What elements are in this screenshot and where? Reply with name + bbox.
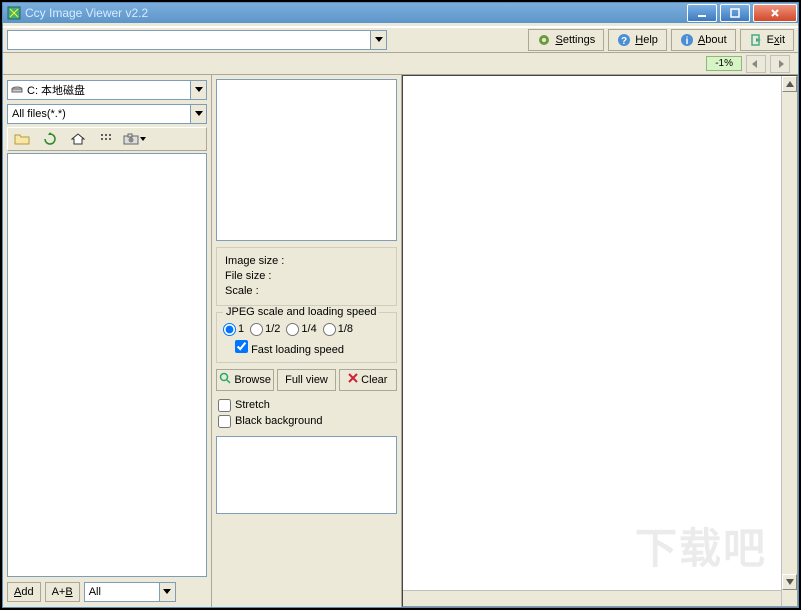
x-icon bbox=[348, 373, 358, 386]
home-icon[interactable] bbox=[64, 128, 92, 150]
svg-text:i: i bbox=[686, 36, 689, 47]
info-icon: i bbox=[680, 33, 694, 47]
scale-half-radio[interactable]: 1/2 bbox=[250, 323, 280, 336]
clear-button[interactable]: Clear bbox=[339, 369, 397, 391]
action-buttons: Browse Full view Clear bbox=[216, 369, 397, 391]
prev-button[interactable] bbox=[746, 55, 766, 73]
close-button[interactable] bbox=[753, 4, 797, 22]
main-toolbar: Settings ? Help i About Exit bbox=[3, 27, 798, 53]
scroll-up-button[interactable] bbox=[782, 76, 797, 92]
help-icon: ? bbox=[617, 33, 631, 47]
view-options: Stretch Black background bbox=[216, 397, 397, 430]
zoom-toolbar: -1% bbox=[3, 53, 798, 75]
a-plus-b-button[interactable]: A+B bbox=[45, 582, 80, 602]
drive-icon bbox=[10, 83, 24, 97]
chevron-down-icon[interactable] bbox=[159, 583, 175, 601]
add-button[interactable]: Add bbox=[7, 582, 41, 602]
filter-label: All files(*.*) bbox=[12, 108, 66, 120]
folder-open-icon[interactable] bbox=[8, 128, 36, 150]
main-window: Ccy Image Viewer v2.2 Settings ? Help i … bbox=[2, 2, 799, 608]
gear-icon bbox=[537, 33, 551, 47]
search-icon bbox=[219, 372, 231, 387]
next-button[interactable] bbox=[770, 55, 790, 73]
settings-button[interactable]: Settings bbox=[528, 29, 604, 51]
scale-label: Scale : bbox=[225, 284, 388, 299]
file-list[interactable] bbox=[7, 153, 207, 577]
horizontal-scrollbar[interactable] bbox=[403, 590, 781, 606]
settings-label: ettings bbox=[563, 34, 595, 46]
content-area: C: 本地磁盘 All files(*.*) Add A+B bbox=[3, 75, 798, 607]
info-panel: Image size : File size : Scale : bbox=[216, 247, 397, 306]
exit-button[interactable]: Exit bbox=[740, 29, 794, 51]
file-filter-select[interactable]: All files(*.*) bbox=[7, 104, 207, 124]
left-pane: C: 本地磁盘 All files(*.*) Add A+B bbox=[3, 75, 212, 607]
window-controls bbox=[685, 3, 798, 23]
chevron-down-icon[interactable] bbox=[190, 81, 206, 99]
jpeg-scale-group: JPEG scale and loading speed 1 1/2 1/4 1… bbox=[216, 312, 397, 363]
image-size-label: Image size : bbox=[225, 254, 388, 269]
file-icon-toolbar bbox=[7, 127, 207, 151]
refresh-icon[interactable] bbox=[36, 128, 64, 150]
about-button[interactable]: i About bbox=[671, 29, 736, 51]
zoom-value: -1% bbox=[706, 56, 742, 71]
browse-button[interactable]: Browse bbox=[216, 369, 274, 391]
black-bg-checkbox[interactable]: Black background bbox=[218, 415, 395, 428]
scroll-down-button[interactable] bbox=[782, 574, 797, 590]
camera-icon[interactable] bbox=[120, 128, 148, 150]
stretch-checkbox[interactable]: Stretch bbox=[218, 399, 395, 412]
scale-eighth-radio[interactable]: 1/8 bbox=[323, 323, 353, 336]
image-viewport[interactable]: 下载吧 bbox=[402, 75, 798, 607]
exit-icon bbox=[749, 33, 763, 47]
maximize-button[interactable] bbox=[720, 4, 750, 22]
watermark: 下载吧 bbox=[635, 515, 767, 576]
fast-loading-checkbox[interactable]: Fast loading speed bbox=[235, 340, 344, 356]
window-title: Ccy Image Viewer v2.2 bbox=[25, 6, 685, 20]
fullview-button[interactable]: Full view bbox=[277, 369, 335, 391]
scale-quarter-radio[interactable]: 1/4 bbox=[286, 323, 316, 336]
scale-1-radio[interactable]: 1 bbox=[223, 323, 244, 336]
drive-label: C: 本地磁盘 bbox=[27, 82, 85, 98]
file-size-label: File size : bbox=[225, 269, 388, 284]
svg-text:?: ? bbox=[621, 36, 627, 47]
preview-box bbox=[216, 79, 397, 241]
path-combo[interactable] bbox=[7, 30, 387, 50]
all-label: All bbox=[89, 586, 101, 598]
bottom-controls: Add A+B All bbox=[7, 579, 207, 603]
jpeg-legend: JPEG scale and loading speed bbox=[223, 306, 379, 318]
chevron-down-icon[interactable] bbox=[190, 105, 206, 123]
chevron-down-icon[interactable] bbox=[370, 31, 386, 49]
app-icon bbox=[7, 6, 21, 20]
all-select[interactable]: All bbox=[84, 582, 176, 602]
list-view-icon[interactable] bbox=[92, 128, 120, 150]
minimize-button[interactable] bbox=[687, 4, 717, 22]
drive-select[interactable]: C: 本地磁盘 bbox=[7, 80, 207, 100]
titlebar: Ccy Image Viewer v2.2 bbox=[3, 3, 798, 23]
annotation-box[interactable] bbox=[216, 436, 397, 514]
vertical-scrollbar[interactable] bbox=[781, 76, 797, 606]
help-button[interactable]: ? Help bbox=[608, 29, 667, 51]
middle-pane: Image size : File size : Scale : JPEG sc… bbox=[212, 75, 402, 607]
